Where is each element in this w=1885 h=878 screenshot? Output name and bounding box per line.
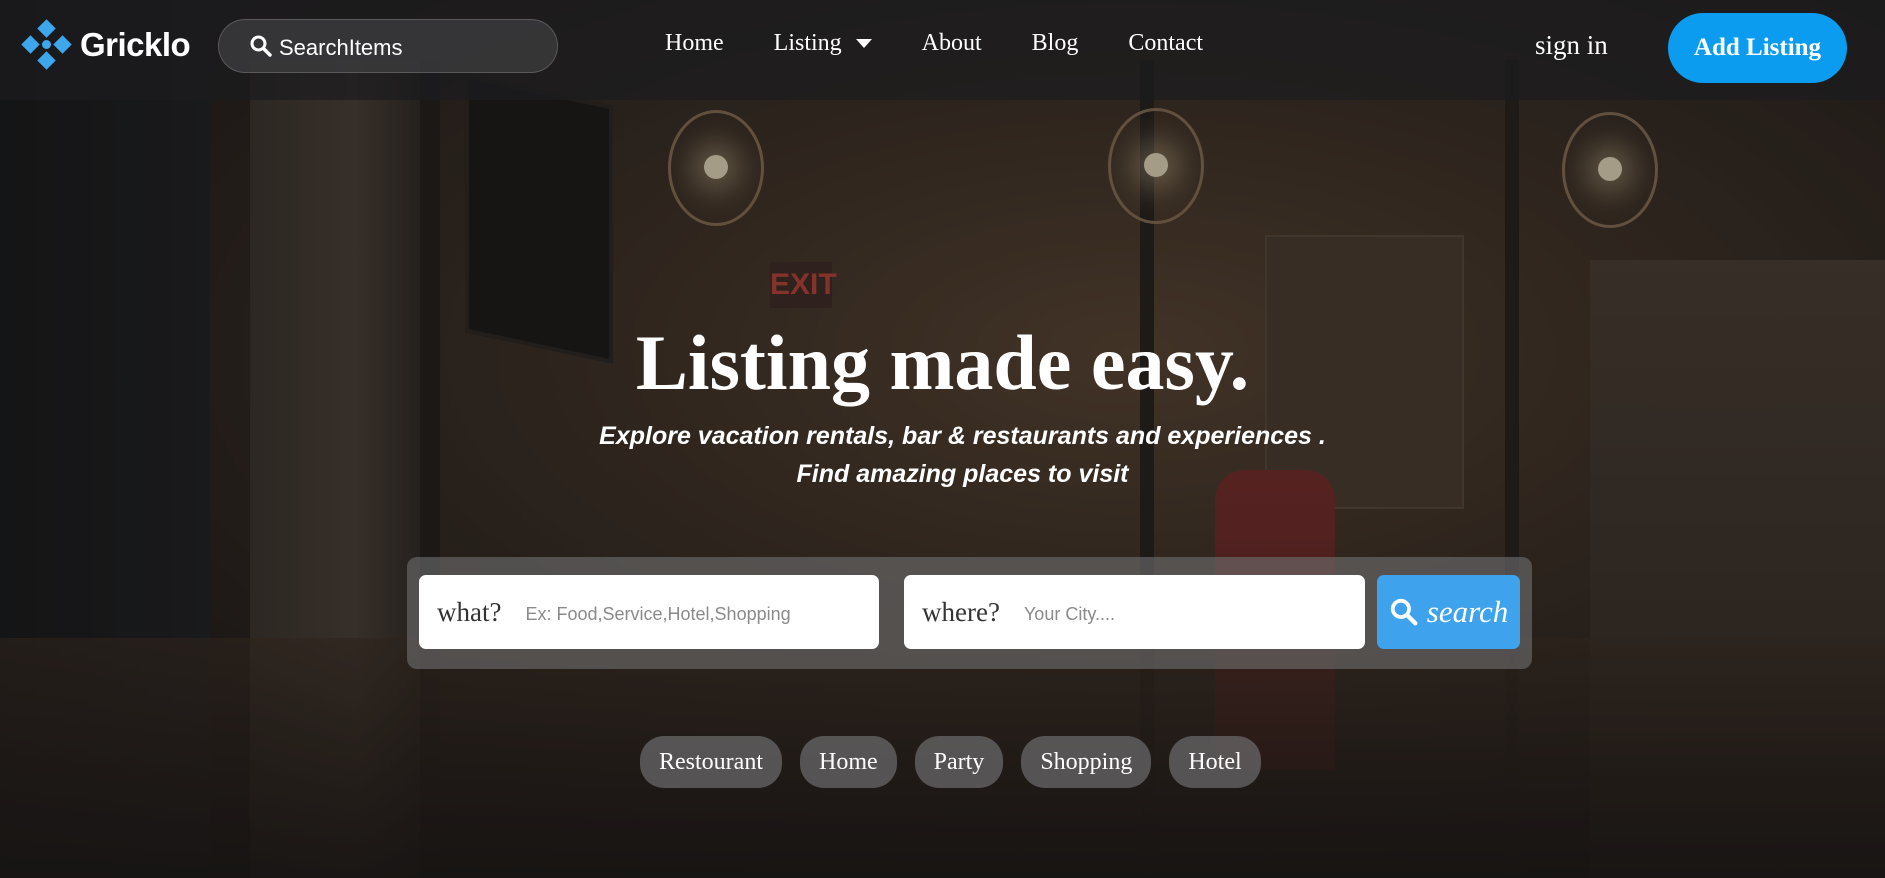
nav-listing[interactable]: Listing: [774, 30, 872, 57]
nav-contact[interactable]: Contact: [1128, 30, 1203, 57]
nav-listing-label: Listing: [773, 30, 842, 56]
hero-subtitle-line2: Find amazing places to visit: [796, 460, 1129, 488]
category-chip-home[interactable]: Home: [799, 736, 897, 788]
where-placeholder: Your City....: [1023, 603, 1115, 624]
search-button-label: search: [1426, 594, 1509, 629]
add-listing-button[interactable]: Add Listing: [1668, 13, 1847, 83]
top-navbar: Gricklo SearchItems Home Listing About B…: [0, 0, 1885, 100]
nav-home[interactable]: Home: [665, 30, 724, 57]
brand-name: Gricklo: [80, 26, 191, 63]
what-label: what?: [437, 596, 502, 627]
where-label: where?: [922, 596, 1000, 627]
category-chip-hotel[interactable]: Hotel: [1169, 736, 1261, 788]
brand-logo[interactable]: Gricklo: [21, 19, 191, 70]
sign-in-link[interactable]: sign in: [1535, 30, 1608, 61]
search-icon: [250, 35, 272, 57]
caret-down-icon: [855, 39, 872, 48]
header-search-box[interactable]: SearchItems: [218, 19, 558, 73]
header-search-text: SearchItems: [279, 35, 403, 60]
where-field[interactable]: where? Your City....: [904, 575, 1365, 649]
hero-title: Listing made easy.: [635, 319, 1250, 406]
category-chip-shopping[interactable]: Shopping: [1021, 736, 1152, 788]
search-icon: [1390, 598, 1418, 626]
main-nav: Home Listing About Blog Contact: [665, 30, 1253, 57]
hero-subtitle-line1: Explore vacation rentals, bar & restaura…: [599, 422, 1326, 450]
nav-blog[interactable]: Blog: [1032, 30, 1079, 57]
what-placeholder: Ex: Food,Service,Hotel,Shopping: [525, 603, 791, 624]
search-button[interactable]: search: [1377, 575, 1520, 649]
logo-mark-icon: [21, 19, 72, 70]
listing-search-panel: what? Ex: Food,Service,Hotel,Shopping wh…: [407, 557, 1532, 669]
category-chip-restourant[interactable]: Restourant: [640, 736, 782, 788]
nav-about[interactable]: About: [922, 30, 982, 57]
what-field[interactable]: what? Ex: Food,Service,Hotel,Shopping: [419, 575, 879, 649]
category-chip-party[interactable]: Party: [914, 736, 1004, 788]
category-chips: Restourant Home Party Shopping Hotel: [640, 736, 1279, 788]
